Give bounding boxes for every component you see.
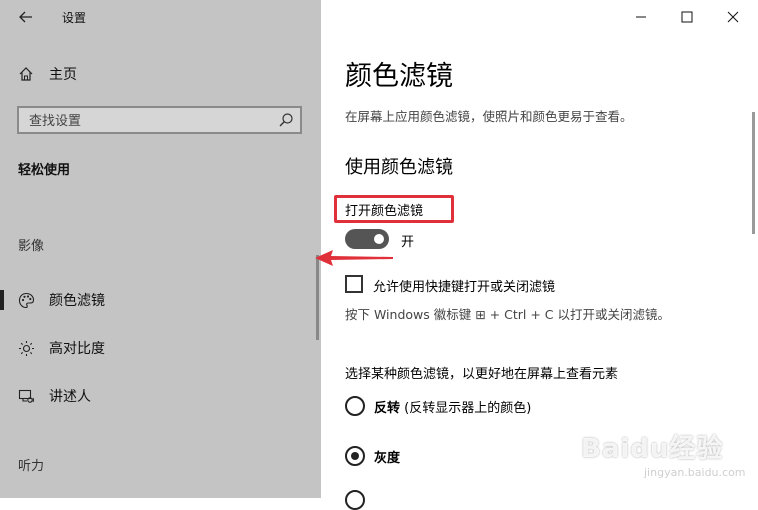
sun-icon	[15, 337, 37, 359]
sidebar-item-label: 颜色滤镜	[49, 293, 105, 309]
toggle-knob	[374, 234, 384, 244]
maximize-icon	[681, 11, 693, 23]
toggle-state: 开	[401, 235, 415, 250]
radio-grayscale-label[interactable]: 灰度	[374, 447, 400, 466]
radio-invert-label[interactable]: 反转 (反转显示器上的颜色)	[374, 397, 531, 416]
category-heading: 轻松使用	[18, 163, 71, 178]
watermark-sub: jingyan.baidu.com	[644, 466, 746, 479]
palette-icon	[15, 289, 37, 311]
sidebar-item-home[interactable]: 主页	[0, 54, 321, 94]
filter-detail: (反转显示器上的颜色)	[404, 401, 532, 416]
sidebar-item-label: 主页	[49, 67, 77, 83]
back-button[interactable]	[12, 6, 40, 28]
sidebar-item-narrator[interactable]: 讲述人	[0, 376, 321, 416]
page-description: 在屏幕上应用颜色滤镜，使照片和颜色更易于查看。	[345, 109, 633, 124]
filter-name: 反转	[374, 401, 401, 416]
shortcut-checkbox[interactable]	[345, 275, 363, 293]
minimize-icon	[636, 16, 646, 18]
radio-dot	[351, 452, 359, 460]
group-label-hearing: 听力	[18, 459, 45, 474]
page-title: 颜色滤镜	[345, 61, 453, 92]
filter-name: 灰度	[374, 451, 401, 466]
close-icon	[727, 11, 739, 23]
shortcut-hint: 按下 Windows 徽标键 ⊞ + Ctrl + C 以打开或关闭滤镜。	[345, 307, 670, 322]
settings-sidebar: 设置 主页 轻松使用 影像 颜色滤镜	[0, 0, 321, 498]
sidebar-item-high-contrast[interactable]: 高对比度	[0, 328, 321, 368]
section-title: 使用颜色滤镜	[345, 157, 453, 178]
radio-next[interactable]	[345, 490, 365, 510]
watermark: Baidu经验 jingyan.baidu.com	[581, 428, 746, 488]
search-box[interactable]	[17, 106, 302, 134]
watermark-text: Baidu经验	[581, 434, 724, 464]
sidebar-item-color-filters[interactable]: 颜色滤镜	[0, 280, 321, 320]
toggle-label: 打开颜色滤镜	[345, 204, 424, 219]
radio-grayscale[interactable]	[345, 446, 365, 466]
window-title: 设置	[62, 11, 87, 25]
maximize-button[interactable]	[664, 0, 710, 34]
sidebar-item-label: 高对比度	[49, 341, 105, 357]
shortcut-checkbox-label[interactable]: 允许使用快捷键打开或关闭滤镜	[373, 276, 555, 295]
narrator-icon	[15, 385, 37, 407]
group-label-vision: 影像	[18, 239, 45, 254]
search-icon[interactable]	[278, 112, 294, 128]
search-input[interactable]	[27, 111, 281, 131]
radio-invert[interactable]	[345, 396, 365, 416]
filter-section-title: 选择某种颜色滤镜，以更好地在屏幕上查看元素	[345, 367, 619, 382]
back-arrow-icon	[19, 11, 32, 23]
home-icon	[15, 63, 37, 85]
annotation-arrow-icon	[315, 250, 393, 266]
content-scrollbar[interactable]	[752, 112, 755, 234]
close-button[interactable]	[710, 0, 756, 34]
sidebar-item-label: 讲述人	[49, 389, 91, 405]
minimize-button[interactable]	[618, 0, 664, 34]
